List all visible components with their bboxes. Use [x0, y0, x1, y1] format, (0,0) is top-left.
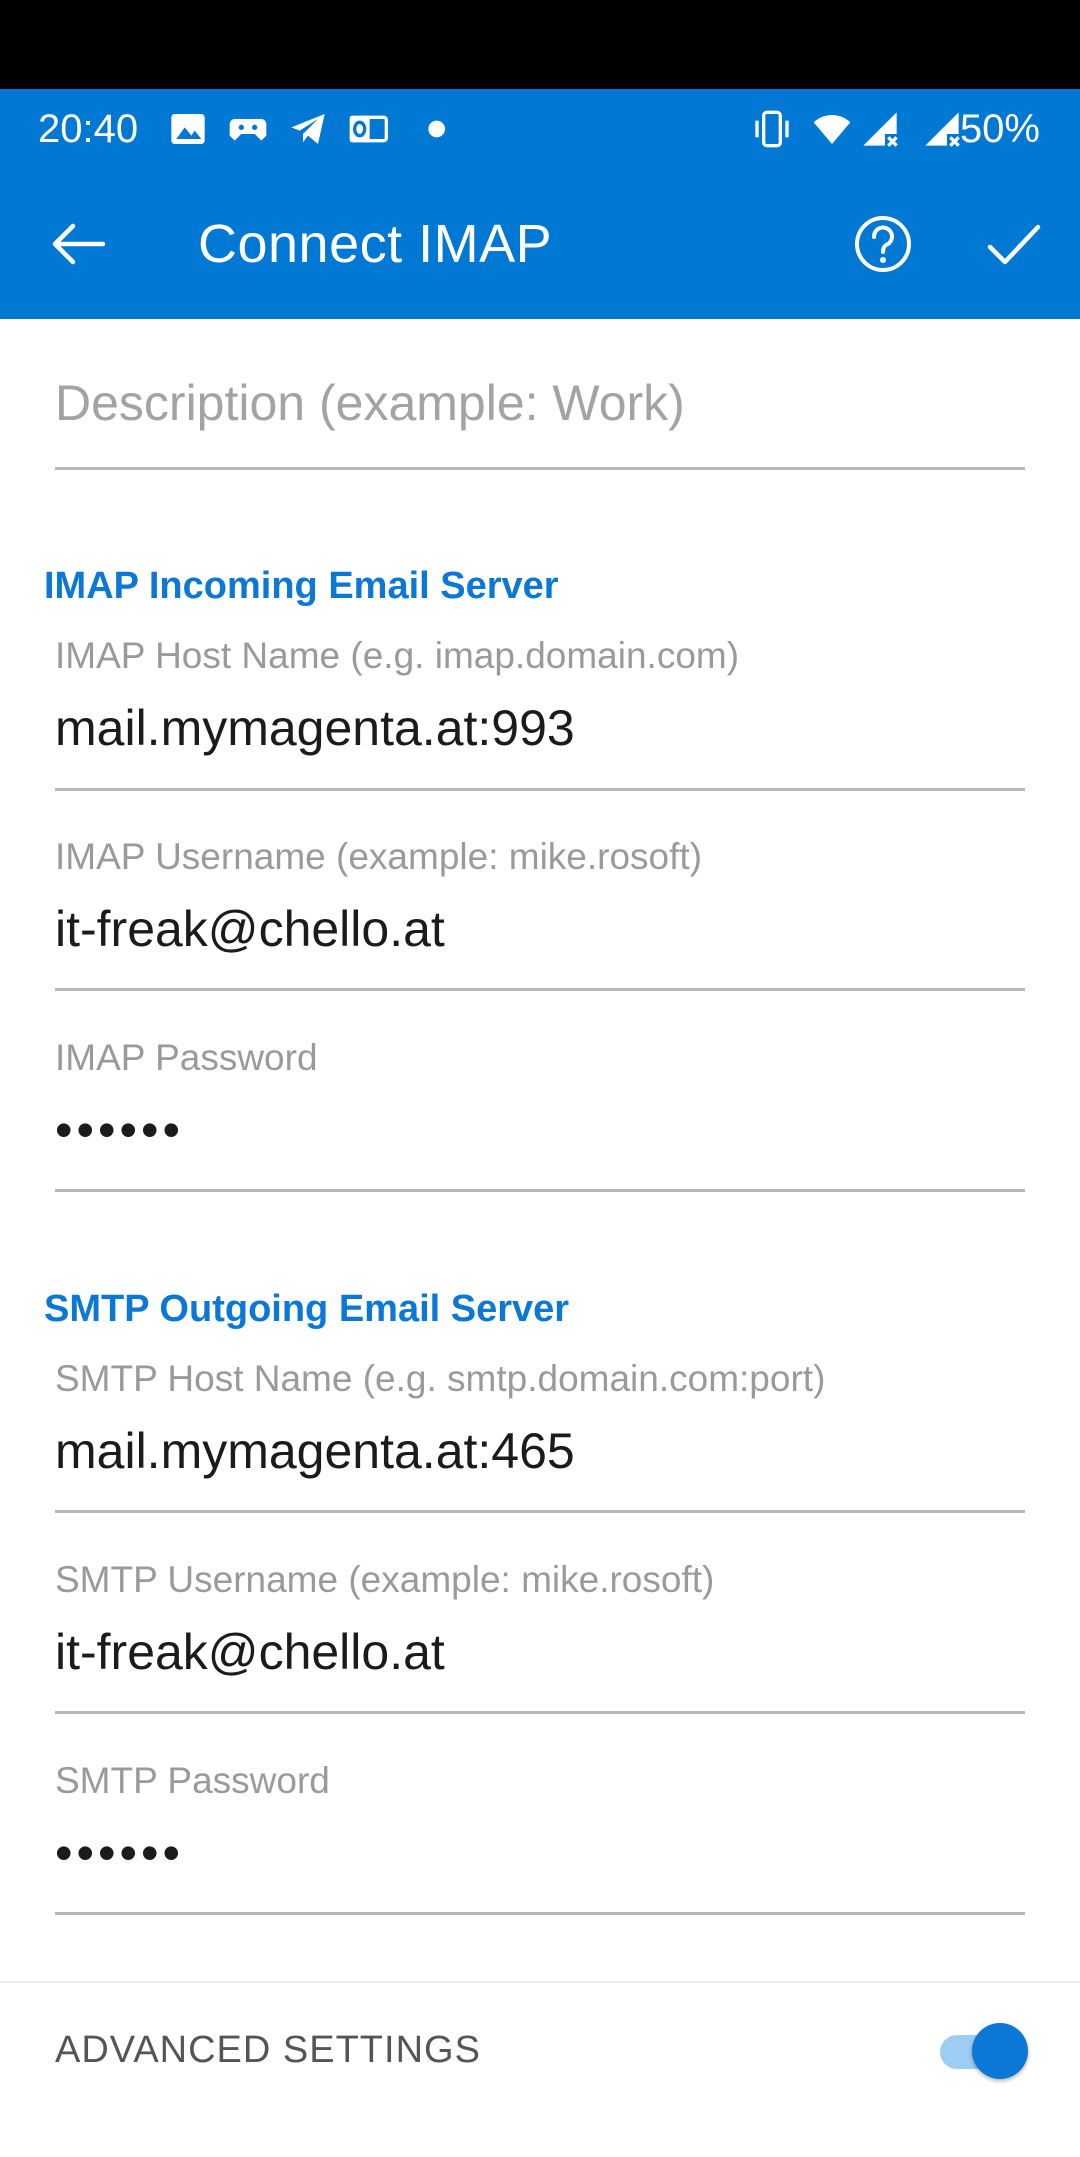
smtp-host-value[interactable]: mail.mymagenta.at:465	[55, 1422, 1025, 1480]
app-bar: Connect IMAP	[0, 169, 1080, 319]
smtp-password-underline	[55, 1912, 1025, 1915]
imap-username-underline	[55, 988, 1025, 991]
smtp-password-value[interactable]: ••••••	[55, 1824, 1025, 1882]
help-icon	[855, 216, 911, 272]
smtp-username-field[interactable]: SMTP Username (example: mike.rosoft) it-…	[55, 1559, 1025, 1714]
confirm-button[interactable]	[978, 211, 1048, 277]
smtp-host-underline	[55, 1510, 1025, 1513]
imap-host-value[interactable]: mail.mymagenta.at:993	[55, 699, 1025, 757]
imap-password-value[interactable]: ••••••	[55, 1101, 1025, 1159]
description-input[interactable]: Description (example: Work)	[55, 372, 685, 434]
outlook-icon	[349, 115, 388, 143]
checkmark-icon	[987, 224, 1041, 265]
imap-username-value[interactable]: it-freak@chello.at	[55, 900, 1025, 958]
page-title: Connect IMAP	[198, 214, 553, 274]
smtp-section-header: SMTP Outgoing Email Server	[44, 1288, 570, 1330]
battery-percentage: 50%	[959, 107, 1040, 151]
smtp-username-underline	[55, 1711, 1025, 1714]
advanced-settings-toggle[interactable]	[938, 2023, 1028, 2079]
smtp-host-field[interactable]: SMTP Host Name (e.g. smtp.domain.com:por…	[55, 1358, 1025, 1513]
help-button[interactable]	[848, 209, 918, 279]
back-button[interactable]	[40, 211, 116, 277]
status-bar: 20:40 50%	[0, 89, 1080, 169]
imap-host-label: IMAP Host Name (e.g. imap.domain.com)	[55, 635, 740, 676]
imap-password-underline	[55, 1189, 1025, 1192]
description-underline	[55, 467, 1025, 470]
back-arrow-icon	[52, 223, 105, 265]
imap-username-field[interactable]: IMAP Username (example: mike.rosoft) it-…	[55, 836, 1025, 991]
imap-password-field[interactable]: IMAP Password ••••••	[55, 1037, 1025, 1192]
vibrate-icon	[755, 110, 789, 148]
smtp-username-label: SMTP Username (example: mike.rosoft)	[55, 1559, 715, 1600]
smtp-password-label: SMTP Password	[55, 1760, 330, 1801]
top-black-bar	[0, 0, 1080, 89]
imap-host-underline	[55, 788, 1025, 791]
imap-host-field[interactable]: IMAP Host Name (e.g. imap.domain.com) ma…	[55, 635, 1025, 791]
telegram-icon	[291, 114, 325, 144]
image-icon	[171, 114, 205, 144]
imap-section-header: IMAP Incoming Email Server	[44, 565, 559, 607]
signal-icon	[925, 112, 960, 147]
wifi-icon	[813, 115, 851, 144]
game-controller-icon	[229, 119, 267, 141]
imap-username-label: IMAP Username (example: mike.rosoft)	[55, 836, 703, 877]
smtp-username-value[interactable]: it-freak@chello.at	[55, 1623, 1025, 1681]
advanced-divider	[0, 1981, 1080, 1983]
smtp-password-field[interactable]: SMTP Password ••••••	[55, 1760, 1025, 1915]
smtp-host-label: SMTP Host Name (e.g. smtp.domain.com:por…	[55, 1358, 826, 1399]
imap-password-label: IMAP Password	[55, 1037, 318, 1078]
status-time: 20:40	[38, 107, 139, 151]
dot-icon	[428, 120, 445, 138]
toggle-knob	[972, 2023, 1028, 2079]
advanced-settings-label: ADVANCED SETTINGS	[55, 2029, 481, 2071]
signal-icon	[863, 112, 898, 147]
